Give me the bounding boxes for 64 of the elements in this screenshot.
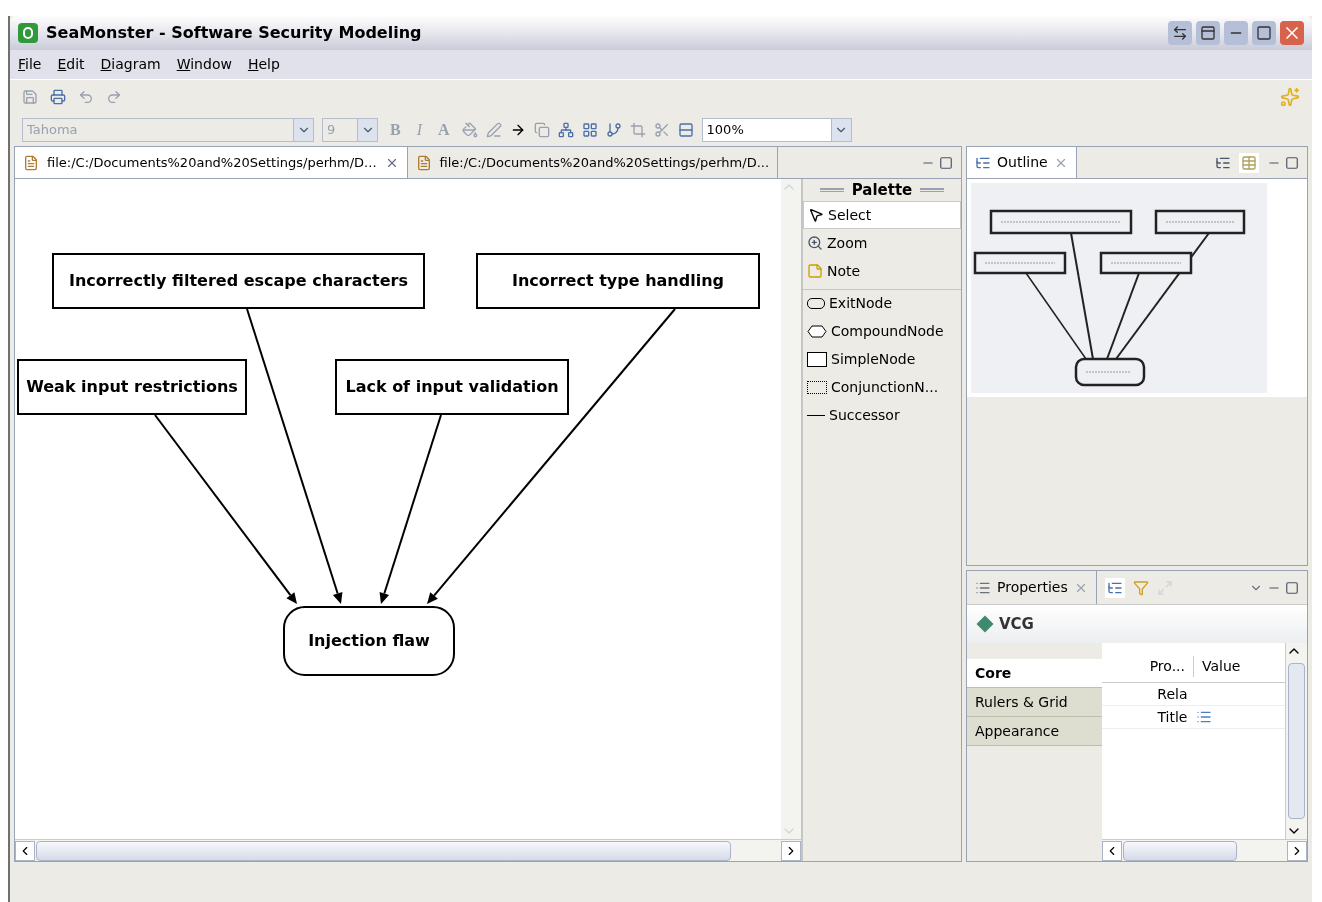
menu-item[interactable]: Help: [247, 54, 280, 75]
palette-item[interactable]: Select: [803, 201, 961, 229]
layout-icon[interactable]: [557, 122, 574, 138]
properties-header: VCG: [999, 613, 1034, 635]
back-icon[interactable]: [78, 89, 94, 105]
cause-node: Lack of input validation: [335, 359, 569, 415]
category-tab[interactable]: Appearance: [967, 717, 1102, 746]
effect-node: Injection flaw: [283, 606, 455, 676]
paint-bucket-icon[interactable]: [461, 122, 478, 138]
palette-item[interactable]: ConjunctionN...: [803, 373, 961, 401]
rectangle-icon: [807, 351, 827, 367]
save-icon[interactable]: [22, 89, 38, 105]
palette-item[interactable]: SimpleNode: [803, 345, 961, 373]
window-title: SeaMonster - Software Security Modeling: [46, 22, 423, 44]
menu-item[interactable]: Window: [176, 54, 232, 75]
menu-item[interactable]: Edit: [57, 54, 85, 75]
palette-item[interactable]: CompoundNode: [803, 317, 961, 345]
category-tab[interactable]: Rulers & Grid: [967, 688, 1102, 717]
menu-item[interactable]: Diagram: [100, 54, 161, 75]
palette-item[interactable]: Note: [803, 257, 961, 285]
editor-tab[interactable]: file:/C:/Documents%20and%20Settings/perhm/D...: [15, 147, 408, 178]
column-header[interactable]: Value: [1194, 656, 1285, 677]
grid-icon[interactable]: [581, 122, 598, 138]
file-icon: [415, 154, 432, 171]
minimize-icon[interactable]: [1224, 21, 1248, 45]
overview-icon[interactable]: [1239, 152, 1259, 173]
cause-node: Incorrect type handling: [476, 253, 760, 309]
panel-icon[interactable]: [1196, 21, 1220, 45]
scissors-icon[interactable]: [653, 122, 670, 138]
note-icon: [807, 263, 823, 279]
zoom-icon: [807, 235, 823, 251]
line-icon: [807, 414, 825, 416]
category-tab[interactable]: Core: [967, 659, 1102, 688]
column-header[interactable]: Pro...: [1102, 656, 1194, 677]
rows-icon[interactable]: [677, 122, 694, 138]
zoom-field[interactable]: 100%: [701, 118, 852, 142]
menu-item[interactable]: File: [18, 54, 42, 75]
close-icon[interactable]: [1280, 21, 1304, 45]
dotted-rectangle-icon: [807, 380, 827, 394]
property-name: Title: [1156, 707, 1189, 727]
pen-icon[interactable]: [485, 122, 502, 138]
horizontal-scrollbar[interactable]: [15, 839, 801, 861]
restore-layout-icon[interactable]: [1168, 21, 1192, 45]
palette-item[interactable]: Zoom: [803, 229, 961, 257]
pointer-icon: [808, 207, 824, 223]
categories-icon[interactable]: [1104, 577, 1125, 598]
cause-node: Incorrectly filtered escape characters: [52, 253, 425, 309]
palette-title: Palette: [851, 179, 913, 201]
horizontal-scrollbar[interactable]: [1102, 839, 1307, 861]
hexagon-icon: [807, 324, 827, 338]
cause-node: Weak input restrictions: [17, 359, 247, 415]
maximize-icon[interactable]: [1285, 580, 1299, 595]
palette-item[interactable]: Successor: [803, 401, 961, 429]
print-icon[interactable]: [50, 89, 66, 105]
branch-icon[interactable]: [605, 122, 622, 138]
app-logo-icon: [18, 23, 38, 43]
file-icon: [23, 154, 39, 171]
property-name: Rela: [1156, 684, 1189, 704]
maximize-icon[interactable]: [1252, 21, 1276, 45]
copy-icon[interactable]: [533, 122, 550, 138]
palette-item[interactable]: ExitNode: [803, 289, 961, 317]
maximize-icon[interactable]: [939, 155, 953, 170]
maximize-icon[interactable]: [1285, 155, 1299, 170]
outline-tab[interactable]: Outline: [967, 147, 1077, 178]
